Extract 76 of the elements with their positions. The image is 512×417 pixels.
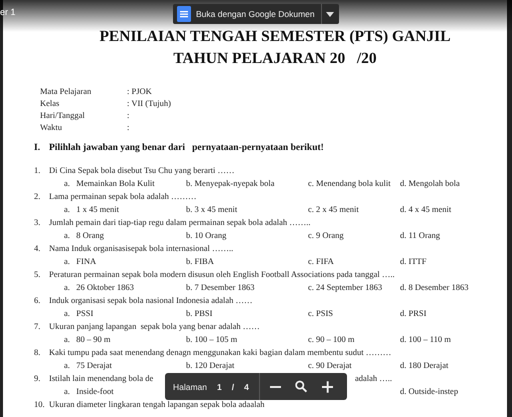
zoom-in-icon[interactable] — [322, 380, 333, 392]
question-text: Jumlah pemain dari tiap-tiap regu dalam permainan sepak bola adalah …….. — [49, 216, 311, 229]
answer-option: d. Outside-instep — [400, 385, 490, 398]
answer-option: b. PBSI — [186, 307, 308, 320]
answer-option: d. 4 x 45 menit — [400, 203, 490, 216]
total-pages: 4 — [244, 382, 249, 392]
section-number: I. — [34, 143, 42, 153]
answer-option: a. FINA — [64, 255, 186, 268]
question-number: 8. — [34, 346, 42, 359]
question-number: 7. — [34, 320, 42, 333]
question-text: Ukuran diameter lingkaran tengah lapangan sepak bola adaalah — [49, 398, 264, 411]
question-text: adalah ….. — [354, 372, 392, 385]
question-text: Nama Induk organisasisepak bola internasional …….. — [49, 242, 234, 255]
document-title: TAHUN PELAJARAN 20 /20 — [172, 49, 378, 69]
info-value: : VII (Tujuh) — [127, 97, 171, 109]
document-title: PENILAIAN TENGAH SEMESTER (PTS) GANJIL — [98, 27, 452, 47]
answer-option: d. Mengolah bola — [400, 177, 490, 190]
question-text: Kaki tumpu pada saat menendang denagn menggunakan kaki bagian dalam membentu sudut ……… — [49, 346, 392, 359]
info-value: : — [127, 109, 130, 121]
answer-option: d. 11 Orang — [400, 229, 490, 242]
answer-option: c. 90 Derajat — [308, 359, 400, 372]
answer-option: a. Memainkan Bola Kulit — [64, 177, 186, 190]
answer-option: b. 10 Orang — [186, 229, 308, 242]
page-separator: / — [232, 382, 234, 392]
question-text: Istilah lain menendang bola de — [49, 372, 154, 385]
question-number: 10. — [34, 398, 46, 411]
page-label: Halaman — [173, 382, 208, 392]
open-with-button[interactable]: Buka dengan Google Dokumen — [173, 4, 321, 24]
document-icon — [177, 6, 191, 22]
dropdown-button[interactable] — [320, 4, 339, 24]
info-label: Mata Pelajaran — [40, 85, 92, 97]
answer-option: b. FIBA — [186, 255, 308, 268]
current-page[interactable]: 1 — [217, 382, 222, 392]
answer-option: b. 120 Derajat — [186, 359, 308, 372]
answer-option: a. 75 Derajat — [64, 359, 186, 372]
info-value: : — [127, 121, 130, 133]
answer-option: d. ITTF — [400, 255, 490, 268]
section-heading: Pilihlah jawaban yang benar dari pernyataan-pernyataan berikut! — [49, 143, 324, 153]
answer-option: d. 8 Desember 1863 — [400, 281, 490, 294]
answer-option: a. 80 – 90 m — [64, 333, 186, 346]
answer-option: a. 1 x 45 menit — [64, 203, 186, 216]
info-label: Hari/Tanggal — [40, 109, 86, 121]
answer-option: a. PSSI — [64, 307, 186, 320]
answer-option: c. PSIS — [308, 307, 400, 320]
answer-option: c. 90 – 100 m — [308, 333, 400, 346]
answer-option: a. 26 Oktober 1863 — [64, 281, 186, 294]
answer-option: d. 100 – 110 m — [400, 333, 490, 346]
answer-option: b. 3 x 45 menit — [186, 203, 308, 216]
question-number: 5. — [34, 268, 42, 281]
question-number: 4. — [34, 242, 42, 255]
answer-option: c. 9 Orang — [308, 229, 400, 242]
answer-option: d. 180 Derajat — [400, 359, 490, 372]
question-text: Induk organisasi sepak bola nasional Indonesia adalah …… — [49, 294, 253, 307]
answer-option: a. 8 Orang — [64, 229, 186, 242]
answer-option: d. PRSI — [400, 307, 490, 320]
question-number: 2. — [34, 190, 42, 203]
caret-icon — [326, 12, 334, 16]
info-label: Kelas — [40, 97, 60, 109]
info-label: Waktu — [40, 121, 63, 133]
question-text: Di Cina Sepak bola disebut Tsu Chu yang berarti …… — [49, 164, 235, 177]
question-number: 6. — [34, 294, 42, 307]
question-number: 3. — [34, 216, 42, 229]
question-number: 1. — [34, 164, 42, 177]
answer-option: b. 100 – 105 m — [186, 333, 308, 346]
search-icon[interactable] — [295, 380, 308, 393]
answer-option: c. 2 x 45 menit — [308, 203, 400, 216]
question-text: Ukuran panjang lapangan sepak bola yang benar adalah …… — [49, 320, 260, 333]
answer-option: b. 7 Desember 1863 — [186, 281, 308, 294]
answer-option: c. 24 September 1863 — [308, 281, 400, 294]
question-text: Peraturan permainan sepak bola modern disusun oleh English Football Associations pada tanggal ….. — [49, 268, 395, 281]
answer-option: c. Menendang bola kulit — [308, 177, 400, 190]
question-number: 9. — [34, 372, 42, 385]
info-value: : PJOK — [127, 85, 152, 97]
answer-option: c. FIFA — [308, 255, 400, 268]
question-text: Lama permainan sepak bola adalah ……… — [49, 190, 197, 203]
answer-option: b. Menyepak-nyepak bola — [186, 177, 308, 190]
